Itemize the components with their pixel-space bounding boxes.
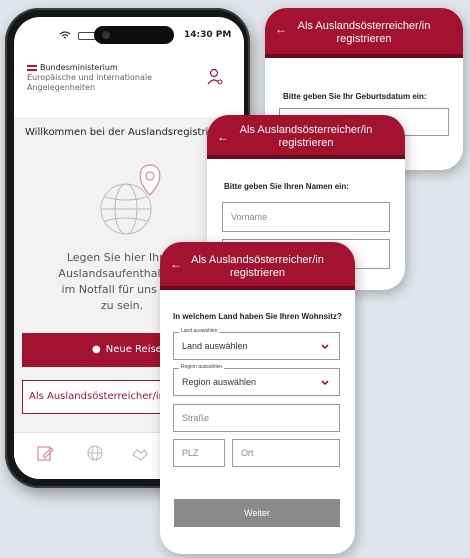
birthdate-question: Bitte geben Sie Ihr Geburtsdatum ein: bbox=[283, 92, 427, 101]
residence-question: In welchem Land haben Sie Ihren Wohnsitz… bbox=[173, 312, 342, 321]
residence-card: ← Als Auslandsösterreicher/in registrier… bbox=[160, 242, 355, 554]
card-header: ← Als Auslandsösterreicher/in registrier… bbox=[265, 8, 463, 54]
austria-flag-icon bbox=[27, 64, 37, 71]
card-title: Als Auslandsösterreicher/in registrieren bbox=[191, 254, 324, 279]
back-arrow-icon[interactable]: ← bbox=[275, 22, 287, 36]
city-input[interactable]: Ort bbox=[232, 439, 340, 467]
street-input[interactable]: Straße bbox=[173, 404, 340, 432]
status-bar: 14:30 PM bbox=[14, 17, 244, 53]
ministry-logo: Bundesministerium Europäische und intern… bbox=[27, 63, 153, 92]
edit-icon[interactable] bbox=[36, 444, 54, 462]
card-header: ← Als Auslandsösterreicher/in registrier… bbox=[207, 115, 405, 155]
country-select[interactable]: Land auswählen Land auswählen bbox=[173, 328, 340, 360]
wifi-icon bbox=[59, 31, 71, 39]
globe-location-icon bbox=[100, 164, 161, 235]
camera-notch bbox=[94, 26, 174, 44]
card-title: Als Auslandsösterreicher/in registrieren bbox=[239, 124, 373, 149]
profile-settings-icon[interactable] bbox=[207, 67, 223, 87]
name-question: Bitte geben Sie Ihren Namen ein: bbox=[224, 182, 349, 191]
handshake-icon[interactable] bbox=[131, 444, 149, 462]
chevron-down-icon bbox=[321, 344, 329, 350]
region-select[interactable]: Region auswählen Region auswählen bbox=[173, 364, 340, 396]
signal-icons bbox=[59, 31, 96, 41]
globe-icon[interactable] bbox=[86, 444, 104, 462]
back-arrow-icon[interactable]: ← bbox=[170, 257, 182, 271]
back-arrow-icon[interactable]: ← bbox=[217, 130, 229, 144]
card-title: Als Auslandsösterreicher/in registrieren bbox=[297, 20, 431, 45]
card-header: ← Als Auslandsösterreicher/in registrier… bbox=[160, 242, 355, 286]
continue-button[interactable]: Weiter bbox=[174, 499, 340, 527]
chevron-down-icon bbox=[321, 380, 329, 386]
add-location-icon: ● bbox=[92, 344, 101, 355]
first-name-input[interactable]: Vorname bbox=[222, 202, 390, 232]
zip-input[interactable]: PLZ bbox=[173, 439, 225, 467]
status-time: 14:30 PM bbox=[184, 30, 232, 40]
